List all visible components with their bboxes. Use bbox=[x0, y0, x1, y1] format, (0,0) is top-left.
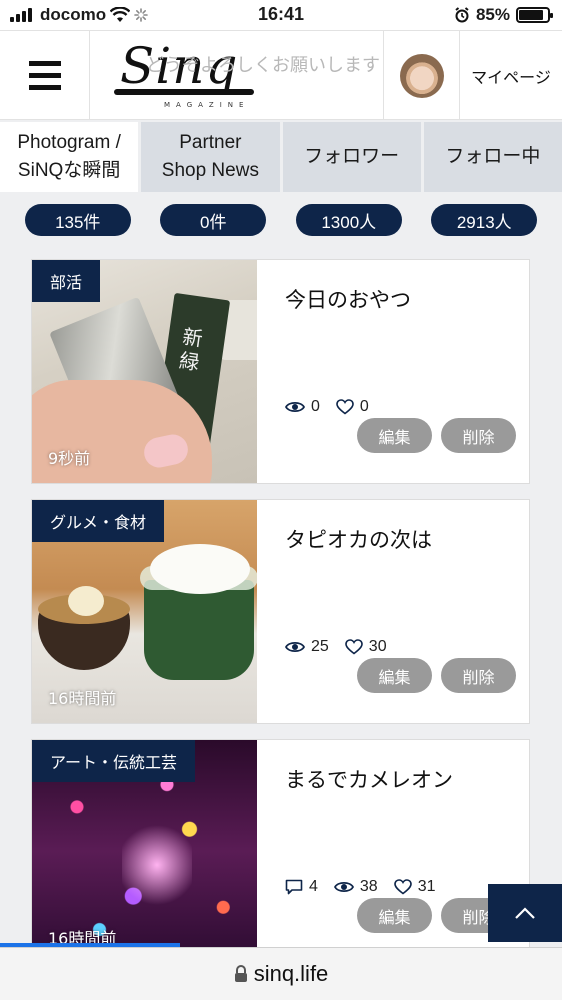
comment-icon bbox=[285, 879, 303, 895]
tab-partner-shop-news[interactable]: Partner Shop News bbox=[141, 122, 280, 192]
edit-button[interactable]: 編集 bbox=[357, 898, 432, 933]
tab-following[interactable]: フォロー中 bbox=[423, 122, 562, 192]
post-card[interactable]: アート・伝統工芸 16時間前 まるでカメレオン 4 38 31 編集 削除 bbox=[31, 739, 530, 964]
avatar-button[interactable] bbox=[383, 31, 460, 120]
back-to-top-button[interactable] bbox=[488, 884, 562, 942]
post-title[interactable]: まるでカメレオン bbox=[285, 764, 453, 794]
header-marquee: どうぞよろしくお願いします bbox=[146, 55, 380, 76]
battery-icon bbox=[516, 7, 553, 23]
heart-icon bbox=[336, 399, 354, 415]
tab-label: Photogram / bbox=[17, 132, 121, 153]
like-count: 31 bbox=[417, 878, 436, 895]
url-text: sinq.life bbox=[253, 961, 329, 986]
tab-label: フォロー中 bbox=[445, 146, 541, 167]
tab-label: Shop News bbox=[161, 160, 259, 181]
post-card[interactable]: 新緑 部活 9秒前 今日のおやつ 0 0 編集 削除 bbox=[31, 259, 530, 484]
count-badge-following: 2913人 bbox=[431, 204, 538, 236]
post-photo[interactable]: アート・伝統工芸 16時間前 bbox=[32, 740, 257, 963]
profile-tabs: Photogram / SiNQな瞬間 Partner Shop News フォロワ… bbox=[0, 122, 562, 192]
edit-button[interactable]: 編集 bbox=[357, 418, 432, 453]
avatar bbox=[399, 53, 444, 98]
count-badge-partner: 0件 bbox=[160, 204, 267, 236]
category-badge: 部活 bbox=[32, 260, 101, 302]
eye-icon bbox=[285, 401, 305, 413]
post-timestamp: 9秒前 bbox=[48, 449, 91, 468]
category-badge: アート・伝統工芸 bbox=[32, 740, 196, 782]
post-title[interactable]: タピオカの次は bbox=[285, 524, 432, 554]
battery-percent: 85% bbox=[475, 5, 510, 24]
count-badge-photogram: 135件 bbox=[24, 204, 131, 236]
heart-icon bbox=[393, 879, 412, 895]
post-photo[interactable]: グルメ・食材 16時間前 bbox=[32, 500, 257, 723]
address-bar[interactable]: sinq.life bbox=[0, 947, 562, 1000]
like-count: 0 bbox=[359, 398, 369, 415]
status-bar: docomo 16:41 85% bbox=[0, 0, 562, 30]
lock-icon bbox=[234, 965, 247, 982]
photo-package-text: 新緑 bbox=[177, 324, 205, 375]
eye-icon bbox=[285, 641, 305, 653]
like-count: 30 bbox=[368, 638, 387, 655]
tab-photogram[interactable]: Photogram / SiNQな瞬間 bbox=[0, 122, 139, 192]
post-photo[interactable]: 新緑 部活 9秒前 bbox=[32, 260, 257, 483]
alarm-icon bbox=[455, 7, 469, 23]
view-count: 38 bbox=[359, 878, 378, 895]
view-count: 0 bbox=[311, 398, 320, 415]
battery-fill bbox=[519, 10, 543, 20]
post-title[interactable]: 今日のおやつ bbox=[285, 284, 411, 314]
status-right: 85% bbox=[454, 5, 553, 25]
tab-counts: 135件 0件 1300人 2913人 bbox=[0, 204, 562, 236]
comment-count: 4 bbox=[309, 878, 318, 895]
delete-button[interactable]: 削除 bbox=[441, 658, 516, 693]
category-badge: グルメ・食材 bbox=[32, 500, 165, 542]
chevron-up-icon bbox=[515, 907, 535, 919]
tab-label: フォロワー bbox=[304, 146, 400, 167]
post-stats: 4 38 31 bbox=[285, 878, 446, 896]
menu-icon[interactable] bbox=[0, 31, 90, 120]
tab-label: Partner bbox=[179, 132, 242, 153]
count-badge-followers: 1300人 bbox=[295, 204, 402, 236]
edit-button[interactable]: 編集 bbox=[357, 658, 432, 693]
logo-sub: MAGAZINE bbox=[164, 101, 250, 109]
post-stats: 25 30 bbox=[285, 638, 397, 656]
tab-label: SiNQな瞬間 bbox=[17, 160, 121, 181]
tab-followers[interactable]: フォロワー bbox=[282, 122, 421, 192]
post-stats: 0 0 bbox=[285, 398, 379, 416]
post-timestamp: 16時間前 bbox=[48, 689, 117, 708]
mypage-link[interactable]: マイページ bbox=[460, 31, 562, 120]
view-count: 25 bbox=[311, 638, 329, 655]
post-card[interactable]: グルメ・食材 16時間前 タピオカの次は 25 30 編集 削除 bbox=[31, 499, 530, 724]
heart-icon bbox=[344, 639, 363, 655]
site-header: Sinq MAGAZINE どうぞよろしくお願いします マイページ bbox=[0, 30, 562, 120]
logo-swoosh bbox=[114, 89, 254, 95]
eye-icon bbox=[333, 881, 354, 893]
delete-button[interactable]: 削除 bbox=[441, 418, 516, 453]
